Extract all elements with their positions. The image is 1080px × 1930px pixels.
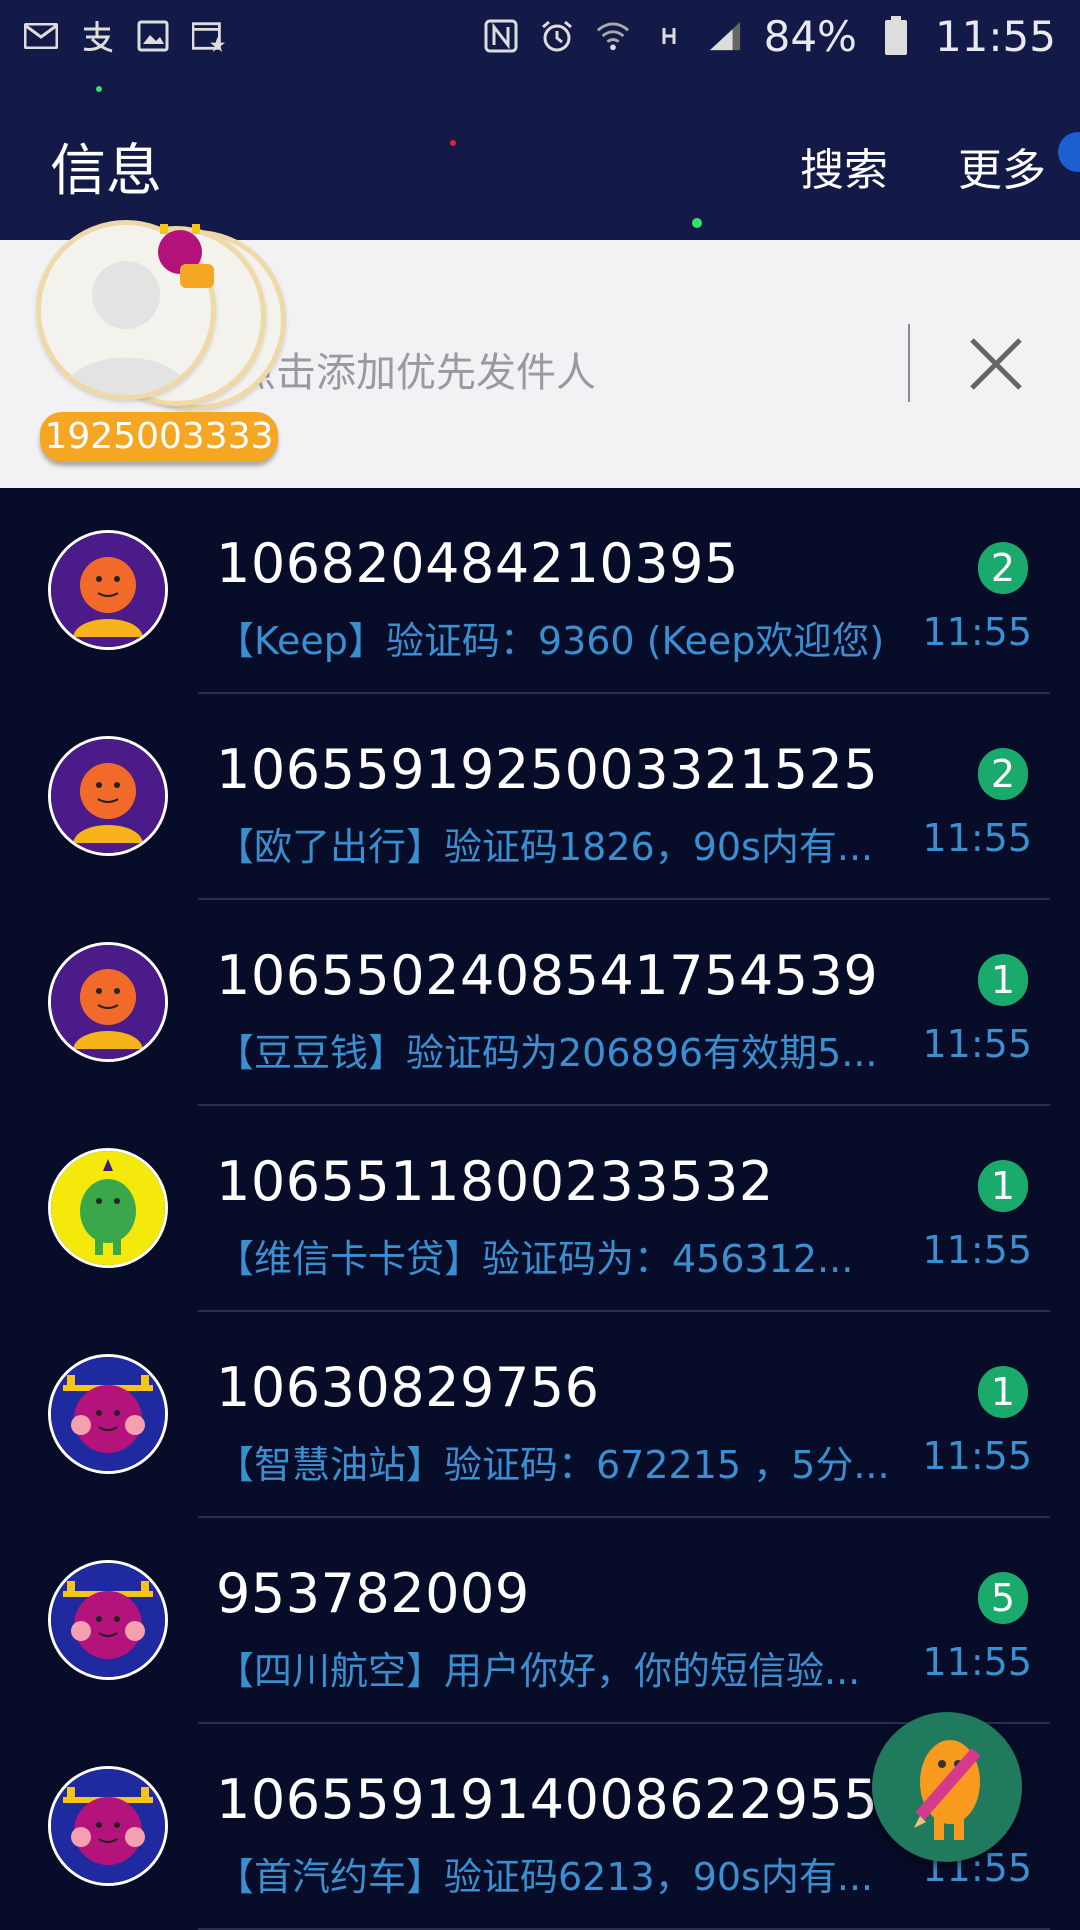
mail-icon bbox=[24, 19, 58, 53]
alipay-icon bbox=[80, 19, 114, 53]
sender-name: 1065502408541754539 bbox=[216, 944, 879, 1007]
green-dot bbox=[692, 218, 702, 228]
calendar-star-icon bbox=[192, 19, 226, 53]
nfc-icon bbox=[484, 19, 518, 53]
unread-count-badge: 2 bbox=[978, 542, 1028, 594]
status-left-icons bbox=[24, 19, 226, 53]
unread-count-badge: 1 bbox=[978, 1160, 1028, 1212]
unread-count-badge: 1 bbox=[978, 1366, 1028, 1418]
close-icon[interactable] bbox=[962, 330, 1030, 398]
orange-monster-avatar-icon[interactable] bbox=[48, 942, 168, 1062]
message-row[interactable]: 953782009 【四川航空】用户你好，你的短信验... 11:55 5 bbox=[0, 1518, 1080, 1724]
message-preview: 【豆豆钱】验证码为206896有效期5... bbox=[216, 1031, 878, 1075]
sender-name: 1065591925003321525 bbox=[216, 738, 879, 801]
alarm-icon bbox=[540, 19, 574, 53]
unread-count-badge: 1 bbox=[978, 954, 1028, 1006]
sender-name: 1065511800233532 bbox=[216, 1150, 774, 1213]
floating-contact-widget[interactable]: 1925003333 bbox=[34, 212, 304, 462]
message-time: 11:55 bbox=[922, 610, 1032, 654]
message-preview: 【智慧油站】验证码：672215 ，5分... bbox=[216, 1443, 890, 1487]
message-row[interactable]: 1065502408541754539 【豆豆钱】验证码为206896有效期5..… bbox=[0, 900, 1080, 1106]
message-time: 11:55 bbox=[922, 1640, 1032, 1684]
message-row[interactable]: 1065511800233532 【维信卡卡贷】验证码为：456312... 11:… bbox=[0, 1106, 1080, 1312]
chat-bubble-icon bbox=[180, 264, 214, 288]
signal-icon bbox=[708, 19, 742, 53]
sender-name: 1065591914008622955 bbox=[216, 1768, 879, 1831]
message-preview: 【维信卡卡贷】验证码为：456312... bbox=[216, 1237, 854, 1281]
sender-name: 953782009 bbox=[216, 1562, 530, 1625]
h-network-icon bbox=[652, 19, 686, 53]
wifi-icon bbox=[596, 19, 630, 53]
page-title: 信息 bbox=[50, 139, 162, 204]
orange-monster-avatar-icon[interactable] bbox=[48, 736, 168, 856]
message-time: 11:55 bbox=[922, 1434, 1032, 1478]
sender-name: 10630829756 bbox=[216, 1356, 600, 1419]
unread-count-badge: 2 bbox=[978, 748, 1028, 800]
battery-icon bbox=[879, 16, 913, 55]
widget-number-badge: 1925003333 bbox=[40, 412, 278, 462]
message-preview: 【四川航空】用户你好，你的短信验... bbox=[216, 1649, 861, 1693]
red-dot bbox=[450, 140, 456, 146]
message-time: 11:55 bbox=[922, 1228, 1032, 1272]
compose-button[interactable] bbox=[872, 1712, 1022, 1862]
message-time: 11:55 bbox=[922, 816, 1032, 860]
pink-monster-avatar-icon[interactable] bbox=[48, 1354, 168, 1474]
status-bar: 84% 11:55 bbox=[0, 0, 1080, 72]
image-icon bbox=[136, 19, 170, 53]
unread-count-badge: 5 bbox=[978, 1572, 1028, 1624]
message-row[interactable]: 106820484210395 【Keep】验证码：9360 (Keep欢迎您) 1… bbox=[0, 488, 1080, 694]
green-dot-small bbox=[96, 86, 102, 92]
pink-monster-avatar-icon[interactable] bbox=[48, 1560, 168, 1680]
clock: 11:55 bbox=[934, 11, 1056, 61]
message-preview: 【首汽约车】验证码6213，90s内有... bbox=[216, 1855, 874, 1899]
status-right-icons: 84% 11:55 bbox=[484, 12, 1056, 61]
pink-monster-avatar-icon[interactable] bbox=[48, 1766, 168, 1886]
message-row[interactable]: 10630829756 【智慧油站】验证码：672215 ，5分... 11:55 1 bbox=[0, 1312, 1080, 1518]
divider bbox=[908, 324, 910, 402]
message-row[interactable]: 1065591925003321525 【欧了出行】验证码1826，90s内有..… bbox=[0, 694, 1080, 900]
message-time: 11:55 bbox=[922, 1022, 1032, 1066]
message-preview: 【Keep】验证码：9360 (Keep欢迎您) bbox=[216, 619, 885, 663]
message-preview: 【欧了出行】验证码1826，90s内有... bbox=[216, 825, 874, 869]
green-monster-avatar-icon[interactable] bbox=[48, 1148, 168, 1268]
search-button[interactable]: 搜索 bbox=[800, 134, 888, 198]
more-button[interactable]: 更多 bbox=[958, 134, 1046, 198]
battery-percent: 84% bbox=[763, 11, 857, 61]
orange-monster-avatar-icon[interactable] bbox=[48, 530, 168, 650]
sender-name: 106820484210395 bbox=[216, 532, 739, 595]
compose-monster-icon bbox=[914, 1740, 981, 1840]
notification-dot bbox=[1058, 132, 1080, 172]
